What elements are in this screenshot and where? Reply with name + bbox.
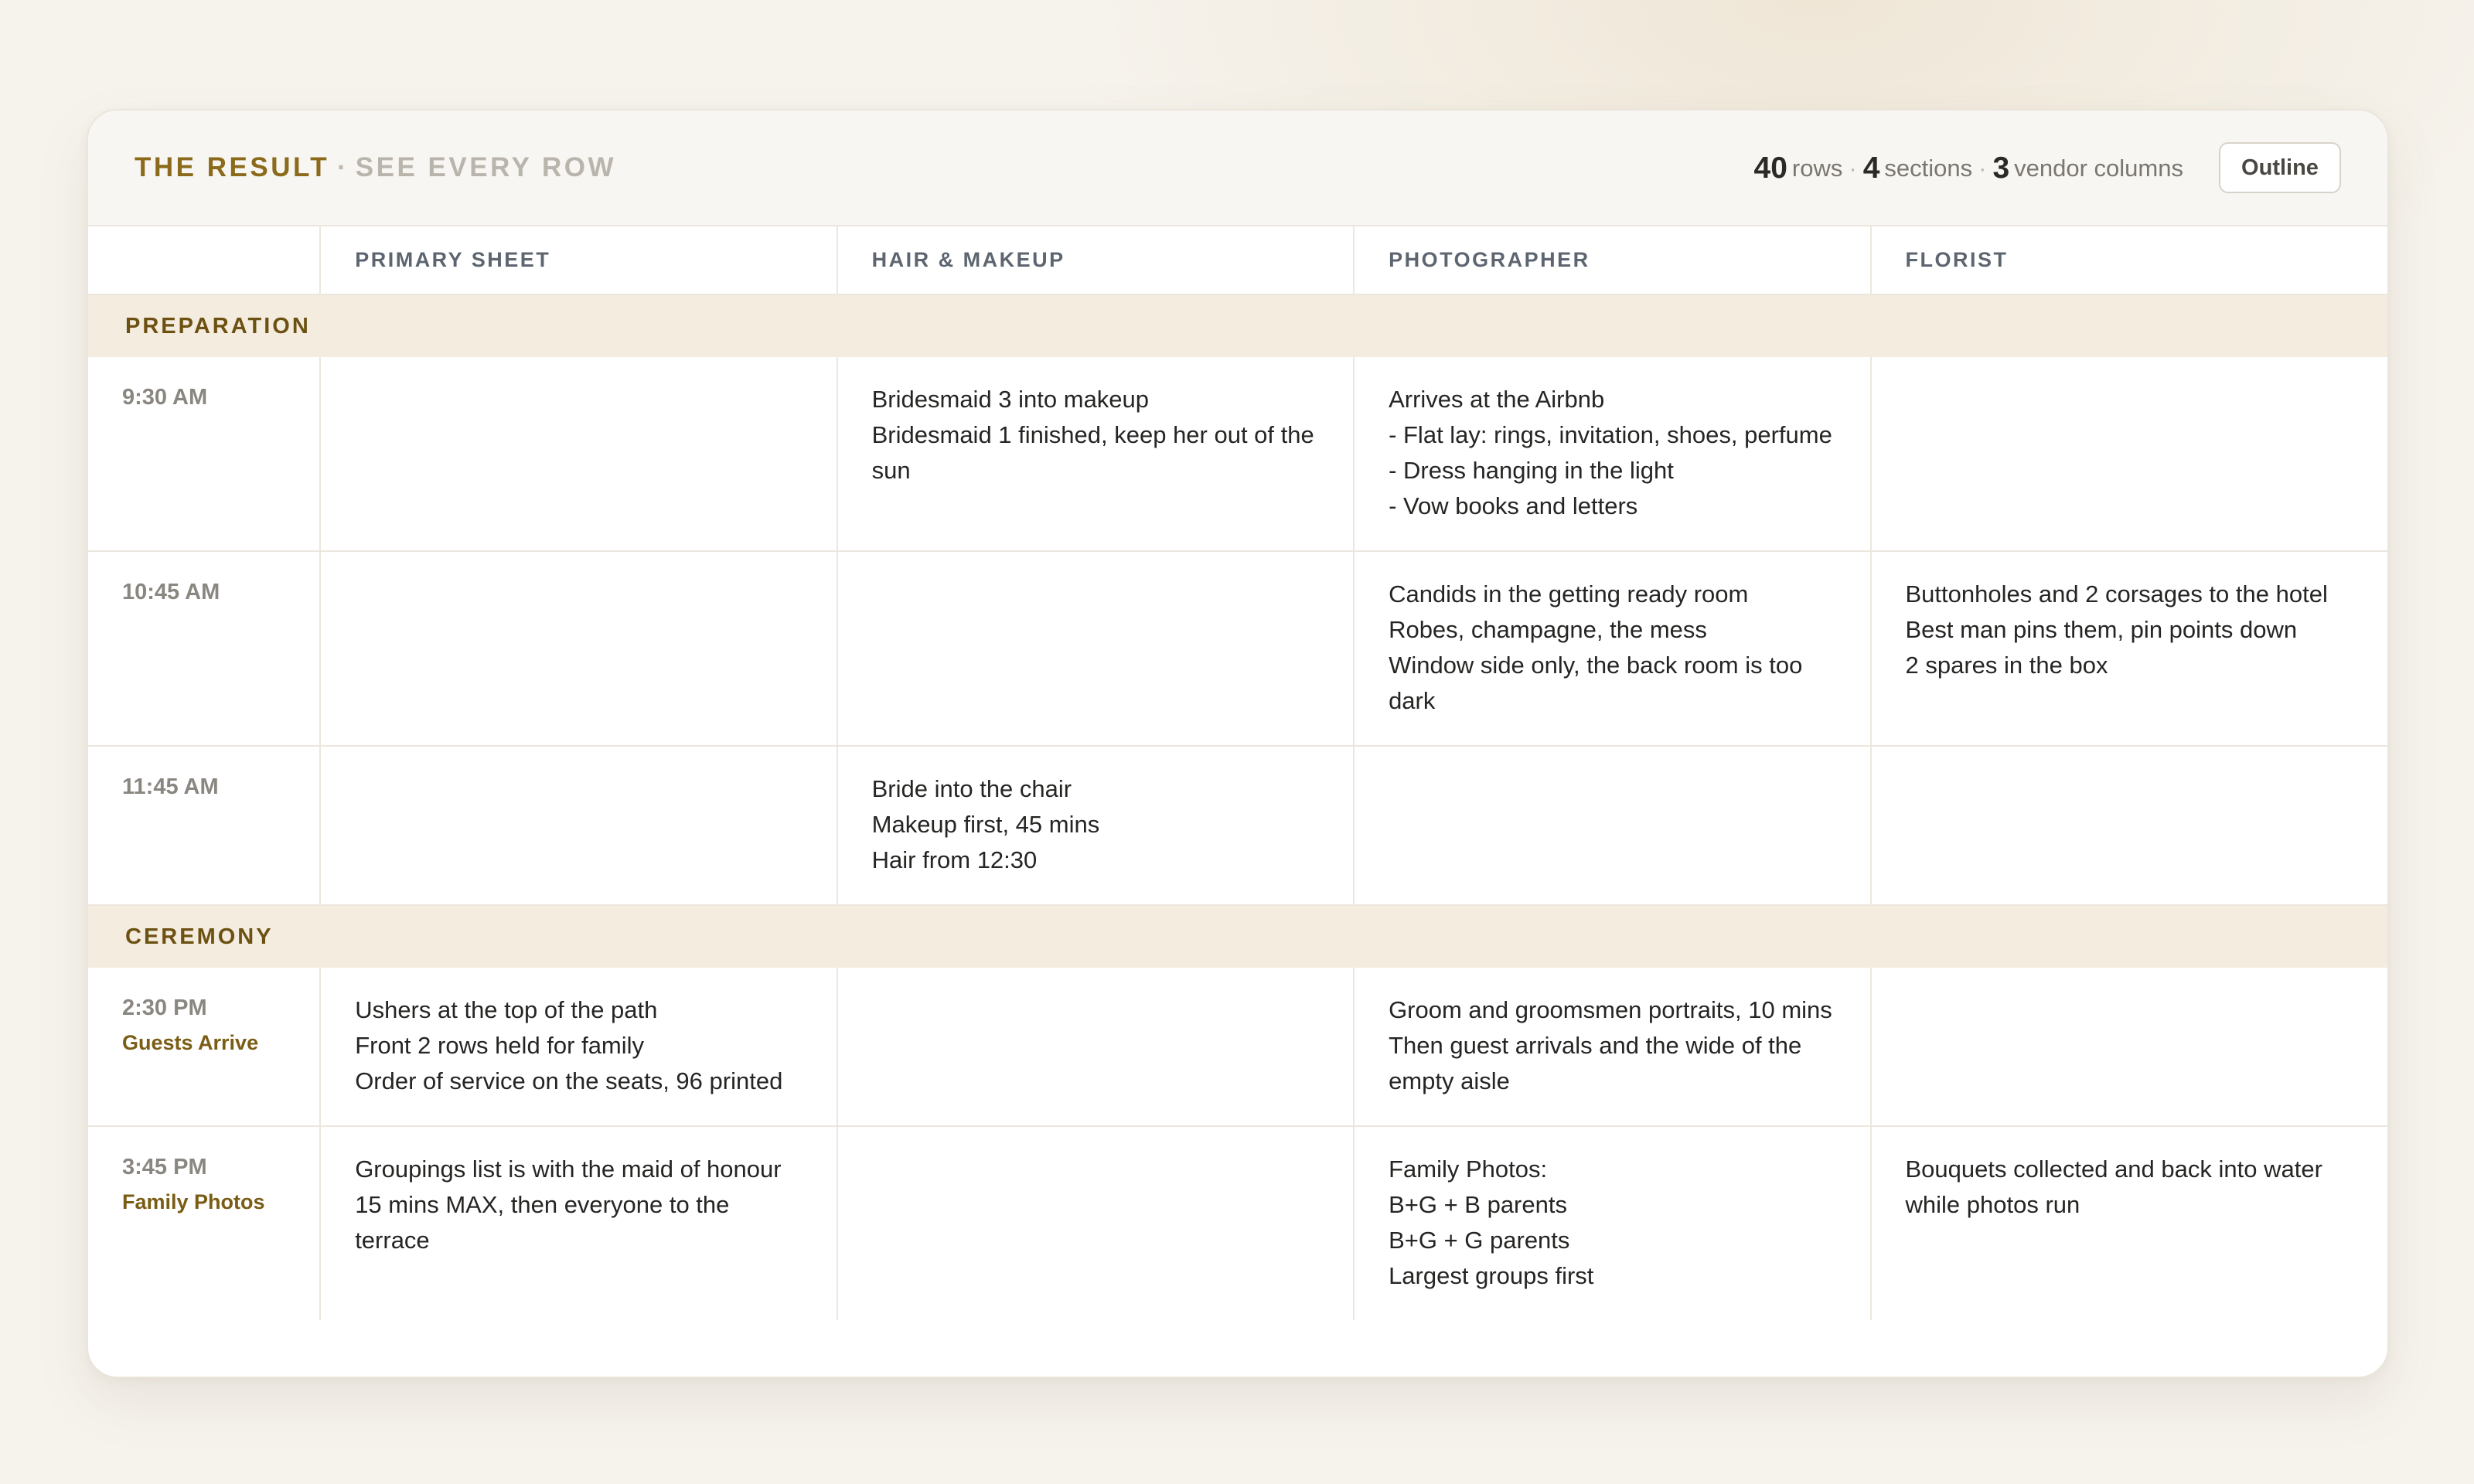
cell-hair-makeup[interactable]: Bridesmaid 3 into makeup Bridesmaid 1 fin… xyxy=(836,357,1355,552)
cell-hair-makeup[interactable] xyxy=(836,968,1355,1127)
cell-line: 2 spares in the box xyxy=(1905,652,2108,679)
cell-hair-makeup[interactable] xyxy=(836,551,1355,747)
column-header-row: PRIMARY SHEET HAIR & MAKEUP PHOTOGRAPHER… xyxy=(88,226,2387,295)
time-cell: 3:45 PM Family Photos xyxy=(88,1126,320,1320)
vendor-label: vendor columns xyxy=(2014,155,2183,182)
cell-line: Largest groups first xyxy=(1389,1262,1594,1289)
column-header-hair-makeup[interactable]: HAIR & MAKEUP xyxy=(836,226,1355,295)
cell-line: Groom and groomsmen portraits, 10 mins xyxy=(1389,996,1832,1023)
column-header-florist[interactable]: FLORIST xyxy=(1869,226,2387,295)
cell-line: Family Photos: xyxy=(1389,1156,1548,1183)
cell-primary-sheet[interactable] xyxy=(319,357,837,552)
cell-line: - Dress hanging in the light xyxy=(1389,457,1674,484)
cell-line: - Flat lay: rings, invitation, shoes, pe… xyxy=(1389,421,1832,448)
cell-hair-makeup[interactable] xyxy=(836,1126,1355,1320)
schedule-card: THE RESULT · SEE EVERY ROW 40 rows · 4 s… xyxy=(87,109,2389,1378)
cell-line: Then guest arrivals and the wide of the … xyxy=(1389,1032,1802,1094)
rows-count: 40 xyxy=(1753,151,1787,185)
section-header-row: PREPARATION xyxy=(88,294,2387,357)
cell-line: Candids in the getting ready room xyxy=(1389,580,1749,608)
cell-line: - Vow books and letters xyxy=(1389,492,1638,519)
table-row[interactable]: 9:30 AM Bridesmaid 3 into makeup Bridesmai… xyxy=(88,357,2387,552)
cell-line: Bouquets collected and back into water w… xyxy=(1905,1156,2322,1218)
sections-count: 4 xyxy=(1862,151,1880,185)
cell-line: Bridesmaid 3 into makeup xyxy=(871,386,1150,413)
cell-photographer[interactable]: Family Photos: B+G + B parents B+G + G par… xyxy=(1353,1126,1871,1320)
schedule-table: PRIMARY SHEET HAIR & MAKEUP PHOTOGRAPHER… xyxy=(88,226,2387,1320)
cell-florist[interactable]: Bouquets collected and back into water w… xyxy=(1869,1126,2387,1320)
table-row[interactable]: 10:45 AM Candids in the getting ready roo… xyxy=(88,551,2387,747)
cell-primary-sheet[interactable] xyxy=(319,746,837,906)
time-cell: 11:45 AM xyxy=(88,746,321,906)
time-text: 10:45 AM xyxy=(122,580,220,604)
cell-line: Order of service on the seats, 96 printe… xyxy=(355,1067,783,1094)
card-title: THE RESULT xyxy=(135,152,330,182)
cell-line: Window side only, the back room is too d… xyxy=(1389,652,1803,714)
vendor-count: 3 xyxy=(1992,151,2010,185)
card-header: THE RESULT · SEE EVERY ROW 40 rows · 4 s… xyxy=(88,111,2387,226)
time-cell: 9:30 AM xyxy=(88,357,321,552)
cell-primary-sheet[interactable]: Groupings list is with the maid of honou… xyxy=(319,1126,837,1320)
cell-primary-sheet[interactable] xyxy=(319,551,837,747)
cell-florist[interactable] xyxy=(1869,968,2387,1127)
time-cell: 10:45 AM xyxy=(88,551,321,747)
sections-label: sections xyxy=(1884,155,1973,182)
cell-line: 15 mins MAX, then everyone to the terrac… xyxy=(355,1191,730,1254)
cell-line: Front 2 rows held for family xyxy=(355,1032,645,1059)
time-text: 3:45 PM xyxy=(122,1155,207,1179)
cell-florist[interactable]: Buttonholes and 2 corsages to the hotel B… xyxy=(1869,551,2387,747)
time-text: 11:45 AM xyxy=(122,774,219,799)
table-row[interactable]: 2:30 PM Guests Arrive Ushers at the top of… xyxy=(88,968,2387,1127)
cell-photographer[interactable]: Candids in the getting ready room Robes, … xyxy=(1353,551,1871,747)
cell-line: Buttonholes and 2 corsages to the hotel xyxy=(1905,580,2328,608)
cell-line: Groupings list is with the maid of honou… xyxy=(355,1156,782,1183)
column-header-photographer[interactable]: PHOTOGRAPHER xyxy=(1353,226,1871,295)
cell-florist[interactable] xyxy=(1869,746,2387,906)
cell-photographer[interactable]: Groom and groomsmen portraits, 10 mins Th… xyxy=(1353,968,1871,1127)
column-header-primary-sheet[interactable]: PRIMARY SHEET xyxy=(319,226,837,295)
cell-florist[interactable] xyxy=(1869,357,2387,552)
cell-line: Bridesmaid 1 finished, keep her out of t… xyxy=(871,421,1314,484)
stats-summary: 40 rows · 4 sections · 3 vendor columns xyxy=(1754,111,2183,226)
time-cell: 2:30 PM Guests Arrive xyxy=(88,968,321,1127)
cell-line: B+G + B parents xyxy=(1389,1191,1567,1218)
cell-primary-sheet[interactable]: Ushers at the top of the path Front 2 row… xyxy=(319,968,837,1127)
title-separator: · xyxy=(337,152,346,182)
cell-line: Hair from 12:30 xyxy=(871,846,1038,873)
outline-button[interactable]: Outline xyxy=(2219,142,2341,193)
time-text: 2:30 PM xyxy=(122,996,207,1020)
column-header-time xyxy=(88,226,321,295)
cell-hair-makeup[interactable]: Bride into the chair Makeup first, 45 min… xyxy=(836,746,1355,906)
time-label: Family Photos xyxy=(122,1190,265,1213)
time-text: 9:30 AM xyxy=(122,385,208,410)
stats-separator: · xyxy=(1978,155,1987,182)
section-header-row: CEREMONY xyxy=(88,905,2387,968)
cell-line: B+G + G parents xyxy=(1389,1227,1570,1254)
time-label: Guests Arrive xyxy=(122,1031,259,1054)
section-title: CEREMONY xyxy=(88,905,2387,968)
cell-line: Robes, champagne, the mess xyxy=(1389,616,1707,643)
table-row[interactable]: 11:45 AM Bride into the chair Makeup first… xyxy=(88,746,2387,906)
cell-photographer[interactable] xyxy=(1353,746,1871,906)
table-row[interactable]: 3:45 PM Family Photos Groupings list is wi… xyxy=(88,1126,2387,1320)
cell-line: Best man pins them, pin points down xyxy=(1905,616,2298,643)
schedule-body: PREPARATION 9:30 AM Bridesmaid 3 into make… xyxy=(88,294,2387,1320)
cell-line: Bride into the chair xyxy=(871,775,1072,802)
rows-label: rows xyxy=(1791,155,1843,182)
section-title: PREPARATION xyxy=(88,294,2387,357)
cell-photographer[interactable]: Arrives at the Airbnb - Flat lay: rings, … xyxy=(1353,357,1871,552)
card-subtitle: SEE EVERY ROW xyxy=(355,152,617,182)
stats-separator: · xyxy=(1849,155,1857,182)
cell-line: Makeup first, 45 mins xyxy=(871,811,1100,838)
cell-line: Ushers at the top of the path xyxy=(355,996,658,1023)
cell-line: Arrives at the Airbnb xyxy=(1389,386,1605,413)
